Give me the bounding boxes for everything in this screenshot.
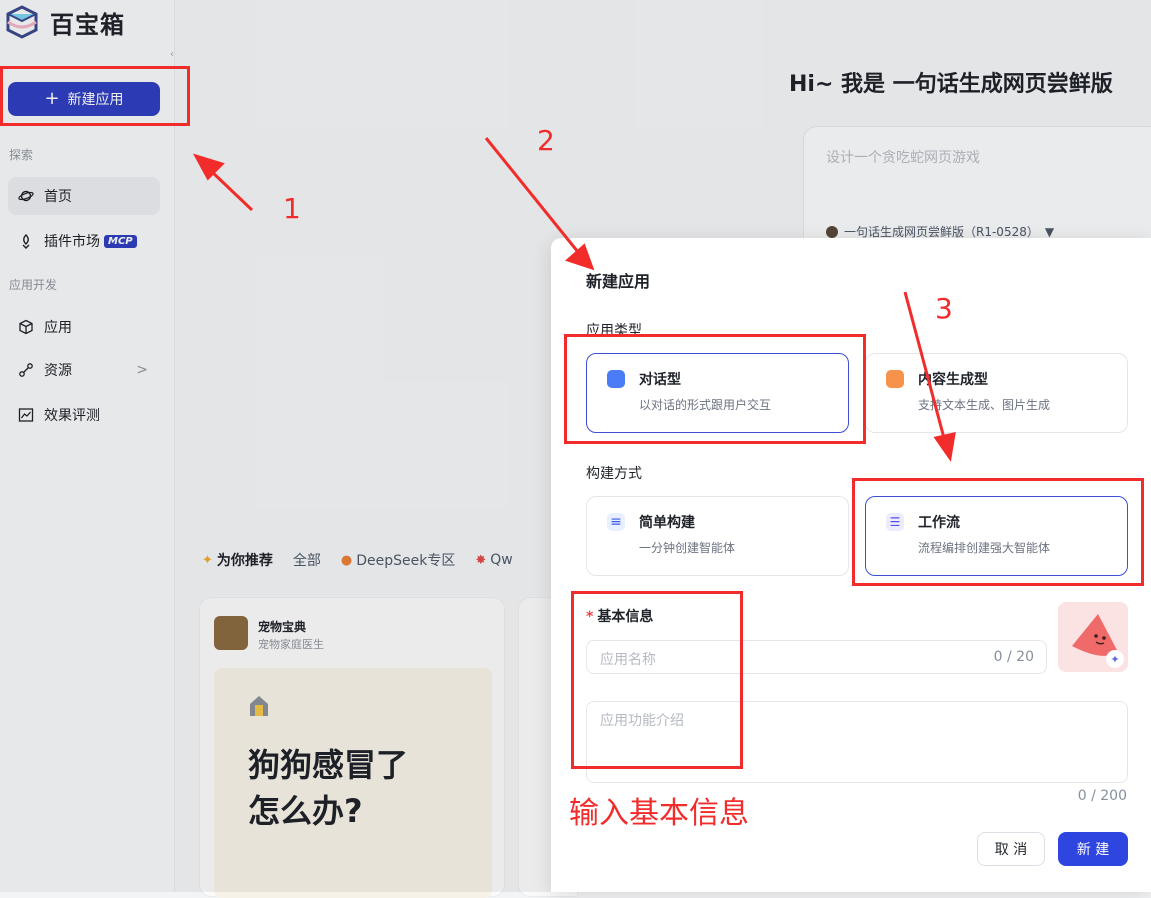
annotation-note: 输入基本信息 [569,796,749,831]
create-button[interactable]: 新 建 [1058,832,1128,866]
annotation-step-2: 2 [537,124,555,157]
annotation-box-new-app [0,66,190,126]
cancel-button[interactable]: 取 消 [977,832,1045,866]
annotation-box-basic-info [571,591,743,769]
option-title: 内容生成型 [918,372,988,388]
annotation-step-3: 3 [935,292,953,325]
annotation-box-app-type [564,334,866,444]
dialog-title: 新建应用 [586,272,651,291]
option-desc: 一分钟创建智能体 [639,541,736,555]
feather-icon [886,370,904,388]
option-desc: 支持文本生成、图片生成 [918,398,1051,412]
annotation-step-1: 1 [283,192,301,225]
build-simple[interactable]: ≡ 简单构建 一分钟创建智能体 [586,496,849,576]
app-icon-picker[interactable]: ✦ [1058,602,1128,672]
app-type-content[interactable]: 内容生成型 支持文本生成、图片生成 [865,353,1128,433]
name-counter: 0 / 20 [993,649,1034,665]
list-icon: ≡ [607,513,625,531]
build-method-label: 构建方式 [586,466,642,482]
option-title: 简单构建 [639,515,695,531]
annotation-box-workflow [852,478,1144,586]
desc-counter: 0 / 200 [1077,788,1127,804]
sparkle-icon[interactable]: ✦ [1106,650,1124,668]
